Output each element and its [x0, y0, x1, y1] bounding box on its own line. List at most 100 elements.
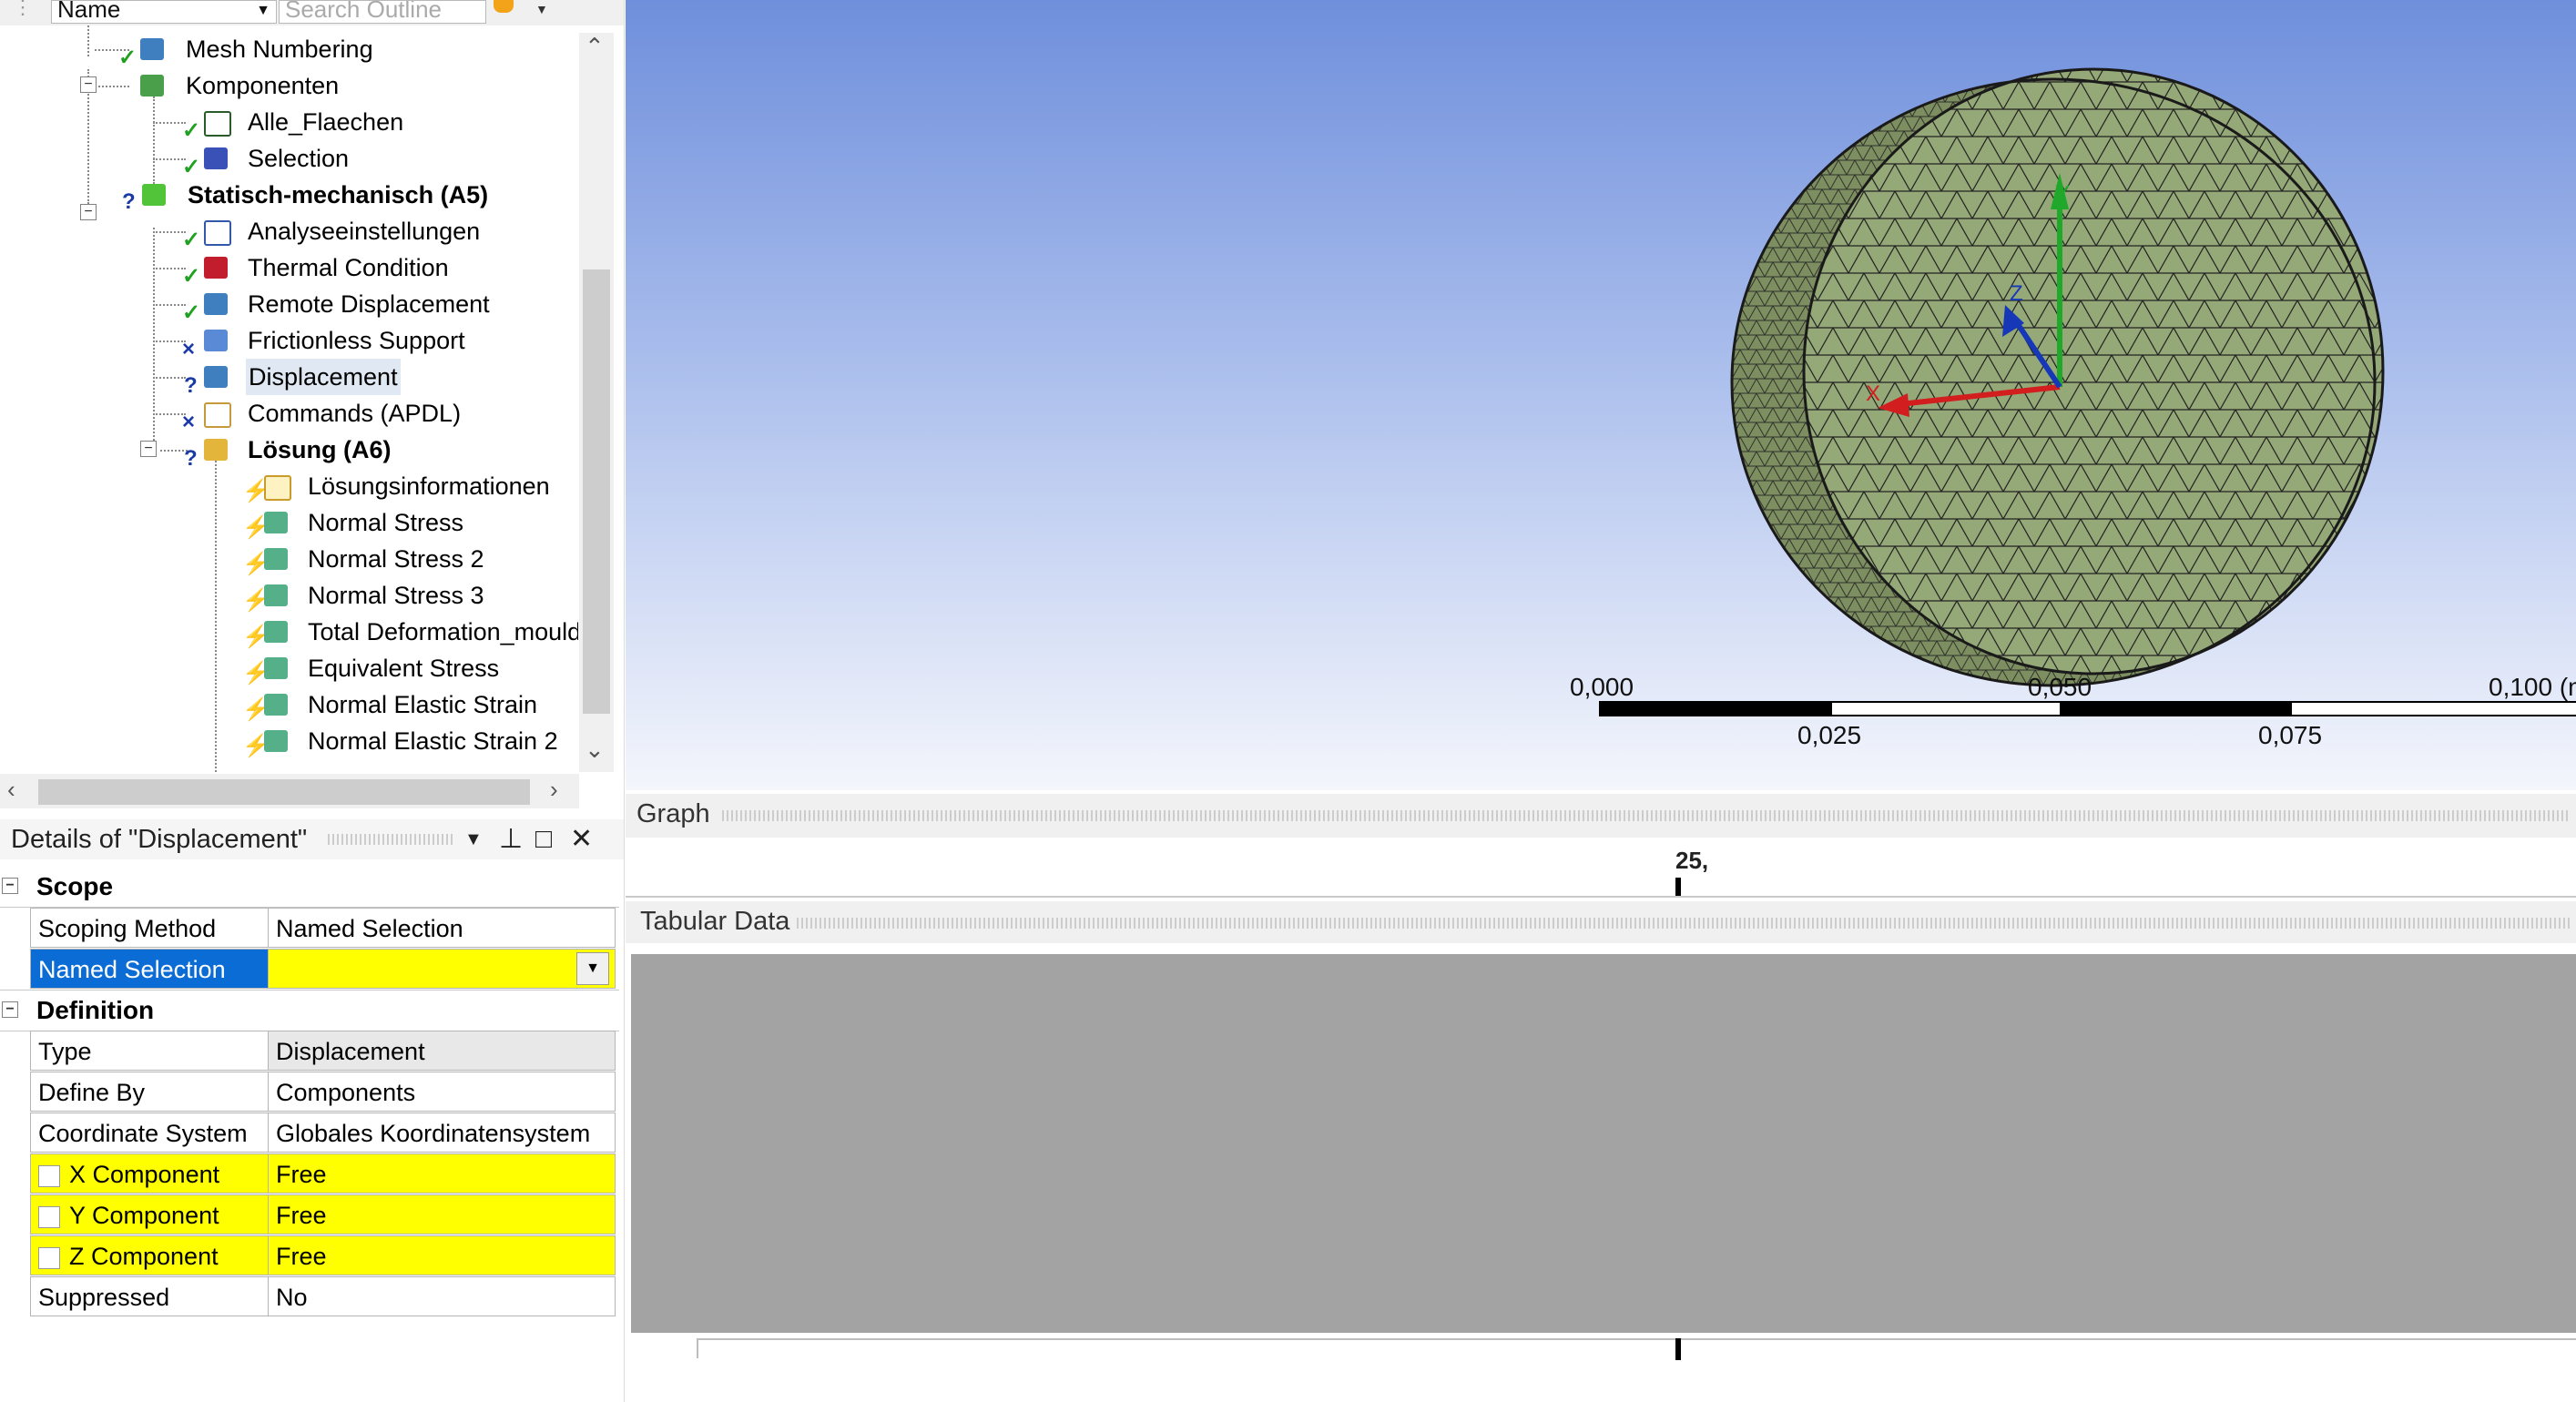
close-icon[interactable]: ✕: [570, 819, 593, 859]
scroll-up-icon[interactable]: ⌃: [585, 33, 605, 61]
chevron-down-icon[interactable]: ▼: [535, 2, 548, 16]
row-value: Free: [268, 1153, 616, 1194]
result-icon: [264, 621, 288, 643]
y-component-checkbox[interactable]: [38, 1205, 60, 1228]
scale-label-075: 0,075: [2258, 721, 2322, 749]
check-icon: ✓: [182, 228, 201, 252]
name-filter-dropdown[interactable]: Name ▼: [51, 0, 277, 24]
collapse-toggle-loesung[interactable]: −: [140, 441, 157, 457]
section-definition-label: Definition: [36, 996, 155, 1024]
result-icon: [264, 584, 288, 606]
tree-item-label: Normal Stress 3: [308, 582, 484, 609]
check-icon: ✓: [118, 46, 137, 70]
details-row-y-component[interactable]: Y Component Free: [30, 1194, 616, 1235]
outline-header: ⋮ Name ▼ Search Outline ▼: [0, 0, 624, 25]
timeline-marker[interactable]: [1675, 1338, 1681, 1360]
scale-bar: 0,000 0,050 0,100 (m) 0,025 0,075: [1570, 673, 2576, 749]
scale-label-025: 0,025: [1797, 721, 1861, 749]
tree-item-label: Commands (APDL): [248, 400, 462, 427]
search-outline-input[interactable]: Search Outline: [279, 0, 486, 24]
x-axis-label: X: [1866, 381, 1880, 406]
details-row-scoping-method[interactable]: Scoping Method Named Selection: [30, 908, 616, 949]
section-scope[interactable]: − Scope: [0, 867, 619, 908]
error-x-icon: ×: [182, 410, 196, 434]
row-value: Globales Koordinatensystem: [268, 1112, 616, 1153]
z-component-checkbox[interactable]: [38, 1246, 60, 1269]
solution-information-icon: [264, 475, 291, 501]
scroll-right-icon[interactable]: ›: [550, 776, 558, 804]
scroll-left-icon[interactable]: ‹: [7, 776, 15, 804]
collapse-toggle-komponenten[interactable]: −: [80, 76, 97, 93]
details-title: Details of "Displacement": [11, 825, 308, 854]
graph-area[interactable]: 25,: [626, 838, 2576, 899]
graphics-viewport[interactable]: X Y Z 0,000 0,050 0,100 (m) 0,025 0,075: [626, 0, 2576, 790]
chevron-down-icon[interactable]: ▼: [576, 952, 609, 985]
y-axis-label: Y: [2055, 181, 2070, 206]
tree-item-label: Lösungsinformationen: [308, 472, 550, 500]
tree-item-label: Normal Elastic Strain: [308, 691, 538, 718]
filter-icon[interactable]: [494, 0, 514, 13]
tree-item-label: Selection: [248, 145, 350, 172]
tree-item-total-deformation[interactable]: ⚡ Total Deformation_mould: [240, 614, 578, 650]
details-row-type[interactable]: Type Displacement: [30, 1031, 616, 1072]
components-icon: [140, 75, 164, 97]
row-label: Named Selection: [30, 949, 269, 989]
collapse-toggle-scope[interactable]: −: [2, 878, 18, 894]
outline-vertical-scroll-thumb[interactable]: [583, 269, 610, 714]
named-selection-icon: [204, 111, 231, 137]
solution-icon: [204, 439, 228, 461]
row-value: Named Selection: [268, 908, 616, 948]
check-icon: ✓: [182, 118, 201, 143]
result-icon: [264, 512, 288, 533]
details-row-define-by[interactable]: Define By Components: [30, 1072, 616, 1112]
row-label: X Component: [69, 1161, 220, 1188]
details-row-suppressed[interactable]: Suppressed No: [30, 1276, 616, 1317]
outline-horizontal-scroll-thumb[interactable]: [38, 779, 530, 805]
tree-item-label: Analyseeinstellungen: [248, 218, 481, 245]
check-icon: ✓: [182, 300, 201, 325]
row-label: Scoping Method: [30, 908, 269, 948]
question-icon: ?: [122, 189, 136, 214]
section-scope-label: Scope: [36, 872, 114, 900]
details-row-z-component[interactable]: Z Component Free: [30, 1235, 616, 1276]
row-label: Type: [30, 1031, 269, 1071]
tree-item-label: Equivalent Stress: [308, 655, 500, 682]
timeline-start: [697, 1338, 698, 1358]
details-row-coordinate-system[interactable]: Coordinate System Globales Koordinatensy…: [30, 1112, 616, 1153]
tabular-data-area[interactable]: [631, 954, 2576, 1333]
tree-item-label: Total Deformation_mould: [308, 618, 578, 645]
x-component-checkbox[interactable]: [38, 1164, 60, 1187]
row-value: No: [268, 1276, 616, 1316]
collapse-toggle-statisch[interactable]: −: [80, 204, 97, 220]
details-row-x-component[interactable]: X Component Free: [30, 1153, 616, 1194]
row-label: Coordinate System: [30, 1112, 269, 1153]
model-view[interactable]: X Y Z 0,000 0,050 0,100 (m) 0,025 0,075: [626, 0, 2576, 790]
tree-item-label: Alle_Flaechen: [248, 108, 404, 136]
question-icon: ?: [184, 446, 198, 471]
row-value: Components: [268, 1072, 616, 1112]
row-value: Displacement: [268, 1031, 616, 1071]
remote-displacement-icon: [204, 293, 228, 315]
section-definition[interactable]: − Definition: [0, 990, 619, 1031]
check-icon: ✓: [182, 264, 201, 289]
details-row-named-selection[interactable]: Named Selection ▼: [30, 949, 616, 990]
scale-label-0: 0,000: [1570, 673, 1634, 701]
result-icon: [264, 657, 288, 679]
tree-item-label: Komponenten: [186, 72, 340, 99]
tree-item-label: Remote Displacement: [248, 290, 490, 318]
result-icon: [264, 730, 288, 752]
named-selection-dropdown[interactable]: [268, 949, 616, 989]
row-label-cell: Y Component: [30, 1194, 269, 1234]
tree-item-label: Normal Stress: [308, 509, 464, 536]
row-label: Y Component: [69, 1202, 219, 1229]
chevron-down-icon[interactable]: ▼: [464, 819, 483, 859]
collapse-toggle-definition[interactable]: −: [2, 1001, 18, 1018]
row-label: Define By: [30, 1072, 269, 1112]
scroll-down-icon[interactable]: ⌄: [585, 736, 605, 764]
maximize-icon[interactable]: □: [535, 819, 552, 859]
row-label: Suppressed: [30, 1276, 269, 1316]
outline-tree: − − − ✓ Mesh Numbering Komponenten ✓ All…: [0, 25, 578, 772]
graph-tick-label: 25,: [1675, 847, 1709, 874]
tabular-data-title: Tabular Data: [640, 907, 790, 936]
pin-icon[interactable]: ⊥: [499, 819, 523, 859]
